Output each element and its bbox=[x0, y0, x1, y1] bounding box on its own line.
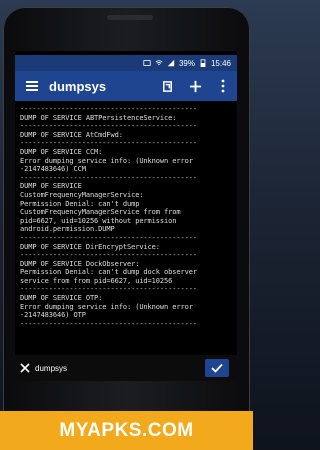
close-icon[interactable] bbox=[15, 355, 35, 381]
console-line: DUMP OF SERVICE CCM: bbox=[20, 147, 103, 156]
signal-icon bbox=[167, 59, 175, 67]
speaker-grille bbox=[107, 15, 153, 20]
console-separator: ----------------------------------------… bbox=[20, 173, 197, 182]
console-line: DUMP OF SERVICE bbox=[20, 182, 82, 191]
open-external-icon[interactable] bbox=[153, 71, 181, 101]
console-separator: ----------------------------------------… bbox=[20, 122, 197, 131]
console-line: Error dumping service info: (Unknown err… bbox=[20, 156, 193, 165]
console-separator: ----------------------------------------… bbox=[20, 285, 197, 294]
cast-icon bbox=[143, 60, 151, 66]
run-command-button[interactable] bbox=[205, 359, 229, 377]
console-line: -2147483646) CCM bbox=[20, 165, 86, 174]
console-line: CustomFrequencyManagerService: bbox=[20, 190, 144, 199]
console-output[interactable]: ----------------------------------------… bbox=[15, 101, 237, 355]
wifi-icon bbox=[155, 60, 163, 65]
console-line: DUMP OF SERVICE ABTPersistenceService: bbox=[20, 113, 177, 122]
console-line: DUMP OF SERVICE DirEncryptService: bbox=[20, 242, 160, 251]
command-input[interactable] bbox=[35, 358, 175, 378]
console-line: service from from pid=6627, uid=10256 bbox=[20, 276, 173, 285]
console-line: CustomFrequencyManagerService from from bbox=[20, 208, 181, 217]
watermark: MYAPKS.COM bbox=[0, 411, 253, 450]
console-line: Error dumping service info: (Unknown err… bbox=[20, 302, 193, 311]
status-bar: 39% 15:46 bbox=[15, 55, 237, 71]
console-separator: ----------------------------------------… bbox=[20, 105, 197, 113]
app-title: dumpsys bbox=[49, 78, 107, 94]
console-line: DUMP OF SERVICE OTP: bbox=[20, 294, 103, 303]
command-bar bbox=[15, 355, 237, 381]
console-separator: ----------------------------------------… bbox=[20, 319, 197, 328]
console-line: DUMP OF SERVICE AtCmdFwd: bbox=[20, 130, 123, 139]
console-separator: ----------------------------------------… bbox=[20, 139, 197, 148]
console-line: -2147483646) OTP bbox=[20, 311, 86, 320]
console-line: Permission Denial: can't dump dock obser… bbox=[20, 268, 197, 277]
console-separator: ----------------------------------------… bbox=[20, 251, 197, 260]
battery-icon bbox=[200, 59, 206, 67]
console-line: pid=6627, uid=10256 without permission bbox=[20, 216, 177, 225]
check-icon bbox=[211, 363, 223, 373]
console-line: Permission Denial: can't dump bbox=[20, 199, 140, 208]
more-vert-icon[interactable] bbox=[209, 71, 237, 101]
console-separator: ----------------------------------------… bbox=[20, 233, 197, 242]
console-line: DUMP OF SERVICE DockObserver: bbox=[20, 259, 140, 268]
clock: 15:46 bbox=[210, 58, 231, 68]
add-icon[interactable] bbox=[181, 71, 209, 101]
menu-icon[interactable] bbox=[15, 71, 49, 101]
battery-percent: 39% bbox=[178, 58, 195, 68]
console-line: android.permission.DUMP bbox=[20, 225, 115, 234]
app-bar: dumpsys bbox=[15, 71, 237, 101]
